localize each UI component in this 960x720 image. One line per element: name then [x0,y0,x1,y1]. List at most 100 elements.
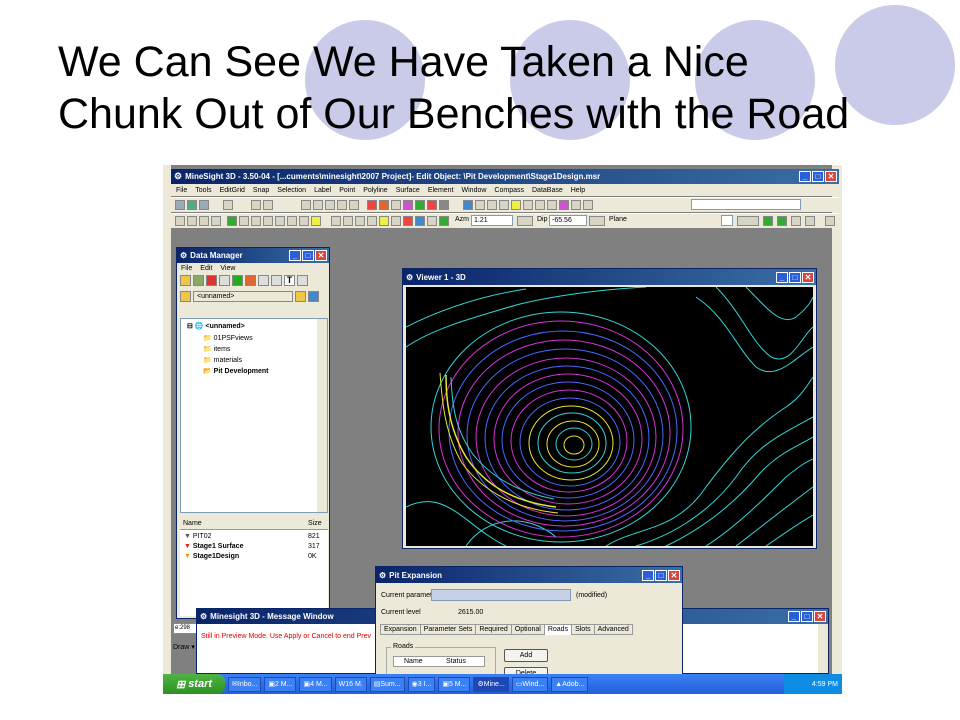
tool-icon[interactable] [367,216,377,226]
up-folder-icon[interactable] [180,291,191,302]
tool-icon[interactable] [271,275,282,286]
menu-polyline[interactable]: Polyline [363,187,388,194]
add-road-button[interactable]: Add [504,649,548,662]
taskbar-item[interactable]: ▣ 4 M... [299,676,332,692]
dm-menu-view[interactable]: View [220,265,235,272]
tab-required[interactable]: Required [475,624,512,635]
taskbar-item[interactable]: ▭ Wind... [511,676,549,692]
tool-icon[interactable] [737,216,759,226]
tool-icon[interactable] [175,200,185,210]
spin-arrows-icon[interactable] [589,216,605,226]
text-icon[interactable]: T [284,275,295,286]
undo-icon[interactable] [251,200,261,210]
minimize-button[interactable]: _ [799,171,811,182]
zoom-in-icon[interactable] [199,216,209,226]
tool-icon[interactable] [391,200,401,210]
zoom-out-icon[interactable] [211,216,221,226]
menu-compass[interactable]: Compass [494,187,524,194]
tool-icon[interactable] [475,200,485,210]
tool-icon[interactable] [535,200,545,210]
dm-menu-file[interactable]: File [181,265,192,272]
tool-icon[interactable] [299,216,309,226]
tool-icon[interactable] [763,216,773,226]
tab-roads[interactable]: Roads [543,624,573,635]
list-row[interactable]: ▼ Stage1 Surface [184,543,243,550]
tool-icon[interactable] [187,200,197,210]
tool-icon[interactable] [275,216,285,226]
close-button[interactable]: ✕ [315,250,327,261]
redo-icon[interactable] [263,200,273,210]
tool-icon[interactable] [547,200,557,210]
tool-icon[interactable] [349,200,359,210]
tree-root[interactable]: ⊟ 🌐 <unnamed> [187,322,245,330]
maximize-button[interactable]: □ [801,611,813,622]
menu-selection[interactable]: Selection [277,187,306,194]
tool-icon[interactable] [258,275,269,286]
taskbar-item[interactable]: ▤ Sum... [369,676,405,692]
minimize-button[interactable]: _ [788,611,800,622]
maximize-button[interactable]: □ [812,171,824,182]
menu-editgrid[interactable]: EditGrid [220,187,245,194]
tool-icon[interactable] [559,200,569,210]
tool-icon[interactable] [331,216,341,226]
tool-icon[interactable] [511,200,521,210]
tool-icon[interactable] [379,200,389,210]
close-button[interactable]: ✕ [668,569,680,581]
taskbar-item[interactable]: ▣ 5 M... [438,676,471,692]
tool-icon[interactable] [805,216,815,226]
save-icon[interactable] [308,291,319,302]
zoom-icon[interactable] [187,216,197,226]
close-button[interactable]: ✕ [802,271,814,283]
tool-icon[interactable] [219,275,230,286]
tool-icon[interactable] [391,216,401,226]
list-row[interactable]: ▼ PIT02 [184,533,212,540]
tool-icon[interactable] [367,200,377,210]
tool-icon[interactable] [463,200,473,210]
close-button[interactable]: ✕ [825,171,837,182]
message-scrollbar[interactable] [818,624,828,673]
roads-col-status[interactable]: Status [446,658,466,665]
dm-menu-edit[interactable]: Edit [200,265,212,272]
minimize-button[interactable]: _ [289,250,301,261]
menu-surface[interactable]: Surface [396,187,420,194]
tool-icon[interactable] [403,216,413,226]
dip-field[interactable]: -65.56 [549,215,587,226]
tool-icon[interactable] [313,200,323,210]
tool-icon[interactable] [239,216,249,226]
tool-icon[interactable] [337,200,347,210]
help-icon[interactable] [223,200,233,210]
menu-help[interactable]: Help [571,187,585,194]
tool-icon[interactable] [199,200,209,210]
tool-icon[interactable] [193,275,204,286]
tool-icon[interactable] [232,275,243,286]
plane-select[interactable] [721,215,733,226]
tree-scrollbar[interactable] [317,319,327,512]
tool-icon[interactable] [263,216,273,226]
list-header-name[interactable]: Name [183,520,202,527]
draw-menu[interactable]: Draw ▾ [173,643,195,651]
tool-icon[interactable] [403,200,413,210]
tab-advanced[interactable]: Advanced [593,624,633,635]
tool-icon[interactable] [583,200,593,210]
menu-element[interactable]: Element [428,187,454,194]
menu-label[interactable]: Label [314,187,331,194]
tool-icon[interactable] [206,275,217,286]
tool-icon[interactable] [415,216,425,226]
minimize-button[interactable]: _ [642,569,654,581]
zoom-icon[interactable] [175,216,185,226]
tool-icon[interactable] [571,200,581,210]
roads-col-name[interactable]: Name [404,658,423,665]
tool-icon[interactable] [297,275,308,286]
tool-icon[interactable] [415,200,425,210]
menu-file[interactable]: File [176,187,187,194]
maximize-button[interactable]: □ [302,250,314,261]
taskbar-item[interactable]: ▲ Adob... [551,676,589,692]
tool-icon[interactable] [287,216,297,226]
menu-database[interactable]: DataBase [532,187,563,194]
tool-icon[interactable] [427,216,437,226]
tool-icon[interactable] [343,216,353,226]
tool-icon[interactable] [355,216,365,226]
azm-field[interactable]: 1.21 [471,215,513,226]
tree-item[interactable]: 📁 items [203,345,230,353]
taskbar-item[interactable]: ◉ 3 I... [407,676,436,692]
